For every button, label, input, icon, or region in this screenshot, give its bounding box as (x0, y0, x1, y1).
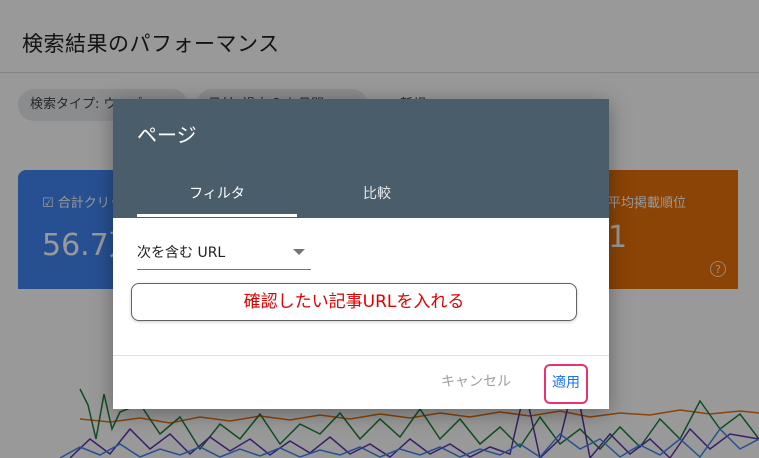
dropdown-arrow-icon (293, 249, 305, 255)
tab-compare[interactable]: 比較 (297, 183, 457, 203)
dialog-divider (113, 355, 609, 356)
tab-filter[interactable]: フィルタ (137, 183, 297, 203)
url-input[interactable] (131, 283, 577, 321)
cancel-button[interactable]: キャンセル (435, 367, 517, 397)
dialog-header: ページ フィルタ 比較 (113, 99, 609, 218)
apply-button[interactable]: 適用 (544, 364, 588, 404)
dialog-title: ページ (137, 123, 197, 147)
match-type-value: 次を含む URL (137, 245, 226, 261)
page-filter-dialog: ページ フィルタ 比較 次を含む URL キャンセル 適用 (113, 99, 609, 409)
match-type-select[interactable]: 次を含む URL (137, 234, 311, 270)
active-tab-indicator (137, 214, 297, 217)
